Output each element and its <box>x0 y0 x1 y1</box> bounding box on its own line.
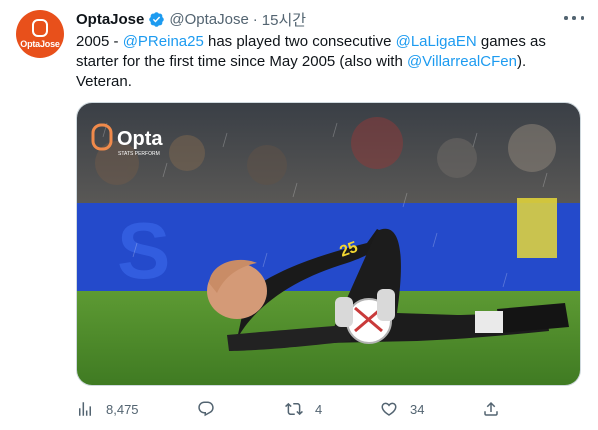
svg-text:S: S <box>117 206 170 295</box>
like-button[interactable]: 34 <box>380 399 424 419</box>
tweet-photo[interactable]: S 25 Opta STATS PERFORM <box>76 102 581 386</box>
photo-goalkeeper-diving: S 25 Opta STATS PERFORM <box>77 103 580 385</box>
action-bar: 8,475 4 34 <box>76 399 581 419</box>
more-dot <box>572 16 576 20</box>
views-button[interactable]: 8,475 <box>76 399 139 419</box>
timestamp[interactable]: 15시간 <box>262 9 306 30</box>
display-name[interactable]: OptaJose <box>76 11 144 28</box>
tweet-text: 2005 - @PReina25 has played two consecut… <box>76 32 576 92</box>
avatar-text: OptaJose <box>20 39 60 49</box>
share-icon <box>484 401 498 416</box>
like-count: 34 <box>410 401 425 417</box>
separator-dot: · <box>252 10 258 28</box>
more-dot <box>580 16 584 20</box>
heart-icon <box>381 402 397 416</box>
mention-villarrealcfen[interactable]: @VillarrealCFen <box>407 53 517 70</box>
verified-badge-icon <box>149 11 165 27</box>
more-dot <box>564 16 568 20</box>
reply-button[interactable] <box>197 399 215 419</box>
views-count: 8,475 <box>106 401 139 417</box>
retweet-icon <box>285 402 303 416</box>
opta-logo-icon <box>32 19 48 37</box>
handle[interactable]: @OptaJose <box>169 11 248 28</box>
reply-icon <box>198 401 214 417</box>
share-button[interactable] <box>482 399 500 419</box>
retweet-button[interactable]: 4 <box>285 399 322 419</box>
mention-preina25[interactable]: @PReina25 <box>123 33 204 50</box>
retweet-count: 4 <box>315 401 323 417</box>
more-options-button[interactable] <box>564 10 584 26</box>
avatar[interactable]: OptaJose <box>16 10 64 58</box>
tweet-header: OptaJose @OptaJose · 15시간 <box>76 9 582 29</box>
text-prefix: 2005 - <box>76 33 123 50</box>
analytics-icon <box>79 402 91 416</box>
tweet[interactable]: OptaJose OptaJose @OptaJose · 15시간 2005 … <box>0 0 598 430</box>
mention-laligaen[interactable]: @LaLigaEN <box>396 33 477 50</box>
watermark-sub: STATS PERFORM <box>118 151 160 157</box>
text-mid1: has played two consecutive <box>203 33 396 50</box>
watermark-brand: Opta <box>117 128 163 150</box>
